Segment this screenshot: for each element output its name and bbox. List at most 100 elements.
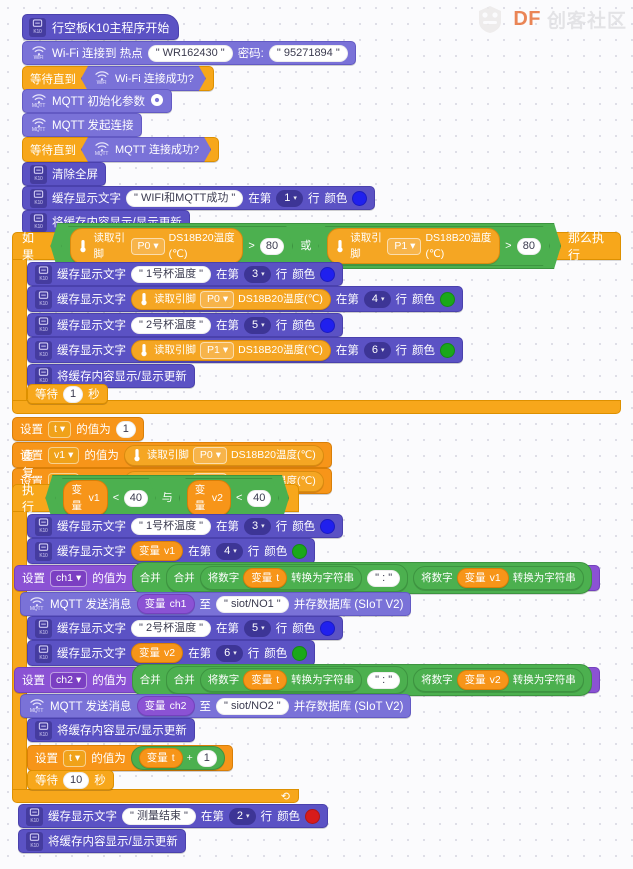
- reporter-variable-t[interactable]: 变量 t: [138, 748, 183, 768]
- buffer-text-value[interactable]: " WIFI和MQTT成功 ": [126, 189, 244, 207]
- block-loop-buffer-v1[interactable]: K10 缓存显示文字 变量 v1 在第 4 ▾ 行 颜色: [27, 538, 316, 564]
- block-mqtt-init[interactable]: MQTT MQTT 初始化参数: [22, 89, 173, 113]
- line-number-dropdown[interactable]: 1 ▾: [276, 189, 303, 207]
- reporter-ds18b20-p0[interactable]: 读取引脚 P0 ▾ DS18B20温度(℃): [131, 288, 331, 310]
- reporter-variable-v2[interactable]: 变量 v2: [131, 643, 184, 663]
- block-set-ch2[interactable]: 设置 ch2 ▾ 的值为 合并 合并 将数字 变量 t 转换为字符串 " : " …: [14, 664, 600, 696]
- block-buffer-text-cup2-title[interactable]: K10 缓存显示文字 " 2号杯温度 " 在第 5 ▾ 行 颜色: [27, 313, 344, 337]
- line-number-dropdown[interactable]: 5 ▾: [244, 316, 271, 334]
- reporter-variable-ch2[interactable]: 变量 ch2: [136, 696, 195, 716]
- block-loop-buffer-v2[interactable]: K10 缓存显示文字 变量 v2 在第 6 ▾ 行 颜色: [27, 640, 316, 666]
- variable-dropdown-t[interactable]: t ▾: [63, 749, 87, 767]
- wifi-ssid-field[interactable]: " WR162430 ": [147, 44, 233, 62]
- block-loop-buffer-cup1-title[interactable]: K10 缓存显示文字 " 1号杯温度 " 在第 3 ▾ 行 颜色: [27, 514, 344, 538]
- block-wait-until-mqtt[interactable]: 等待直到 MQTT MQTT 连接成功?: [22, 137, 220, 162]
- block-buffer-text-p0-value[interactable]: K10 缓存显示文字 读取引脚 P0 ▾ DS18B20温度(℃) 在第 4 ▾ 行…: [27, 286, 463, 312]
- reporter-variable-v1[interactable]: 变量 v1: [131, 541, 184, 561]
- block-wait-10-sec[interactable]: 等待 10 秒: [27, 770, 114, 790]
- reporter-variable-t[interactable]: 变量 t: [243, 670, 288, 690]
- operator-join-inner-ch1[interactable]: 合并 将数字 变量 t 转换为字符串 " : ": [165, 564, 409, 592]
- reporter-variable-ch1[interactable]: 变量 ch1: [136, 594, 195, 614]
- line-number-dropdown[interactable]: 6 ▾: [363, 341, 391, 359]
- operator-join-inner-ch2[interactable]: 合并 将数字 变量 t 转换为字符串 " : ": [165, 666, 409, 694]
- pin-dropdown-p1[interactable]: P1▾: [200, 341, 235, 359]
- line-number-dropdown[interactable]: 2 ▾: [228, 807, 256, 825]
- buffer-text-value[interactable]: " 1号杯温度 ": [131, 517, 212, 535]
- variable-dropdown-ch2[interactable]: ch2 ▾: [50, 671, 88, 689]
- block-hat-start[interactable]: K10 行空板K10主程序开始: [22, 14, 180, 40]
- block-wait-until-wifi[interactable]: 等待直到 WIFI Wi-Fi 连接成功?: [22, 66, 214, 91]
- buffer-text-value[interactable]: " 2号杯温度 ": [131, 316, 212, 334]
- gear-icon[interactable]: [150, 93, 164, 110]
- predicate-mqtt-connected[interactable]: MQTT MQTT 连接成功?: [81, 137, 211, 162]
- color-swatch-green[interactable]: [292, 645, 308, 661]
- line-number-dropdown[interactable]: 6 ▾: [216, 644, 243, 662]
- operator-join-outer-ch1[interactable]: 合并 合并 将数字 变量 t 转换为字符串 " : " 将数字 变量 v1 转换…: [131, 562, 592, 594]
- block-mqtt-connect[interactable]: MQTT MQTT 发起连接: [22, 113, 142, 137]
- reporter-ds18b20-p0[interactable]: 读取引脚 P0 ▾ DS18B20温度(℃): [123, 444, 324, 466]
- block-clear-screen[interactable]: K10 清除全屏: [22, 162, 106, 186]
- block-if-top[interactable]: 如果 读取引脚 P0 ▾ DS18B20温度(℃) > 80 或 读取引脚 P1…: [12, 232, 621, 260]
- reporter-variable-v1[interactable]: 变量 v1: [63, 480, 107, 516]
- predicate-wifi-connected[interactable]: WIFI Wi-Fi 连接成功?: [81, 66, 206, 91]
- pin-dropdown-p0[interactable]: P0 ▾: [192, 446, 227, 464]
- variable-dropdown-ch1[interactable]: ch1 ▾: [50, 569, 88, 587]
- block-loop-buffer-cup2-title[interactable]: K10 缓存显示文字 " 2号杯温度 " 在第 5 ▾ 行 颜色: [27, 616, 344, 640]
- variable-dropdown-t[interactable]: t ▾: [48, 420, 72, 438]
- separator-field-ch2[interactable]: " : ": [367, 671, 401, 689]
- block-canvas[interactable]: K10 行空板K10主程序开始 WIFI Wi-Fi 连接到 热点 " WR16…: [0, 0, 633, 869]
- block-buffer-text-p1-value[interactable]: K10 缓存显示文字 读取引脚 P1 ▾ DS18B20温度(℃) 在第 6 ▾ 行…: [27, 337, 463, 363]
- operator-num-to-string-v1[interactable]: 将数字 变量 v1 转换为字符串: [413, 566, 584, 590]
- pin-dropdown-p0[interactable]: P0 ▾: [131, 238, 165, 255]
- threshold-field-p1[interactable]: 80: [517, 238, 541, 255]
- reporter-ds18b20-p1[interactable]: 读取引脚 P1▾ DS18B20温度(℃): [327, 228, 500, 264]
- comparison-p1-gt-80[interactable]: 读取引脚 P1 ▾ DS18B20温度(℃) > 80: [318, 226, 550, 266]
- block-set-t-to-1[interactable]: 设置 t ▾ 的值为 1: [12, 417, 144, 441]
- color-swatch-blue[interactable]: [320, 266, 336, 282]
- operator-addition[interactable]: 变量 t + 1: [130, 746, 225, 770]
- mqtt-topic-field-1[interactable]: " siot/NO1 ": [216, 595, 289, 613]
- color-swatch-green[interactable]: [440, 291, 455, 307]
- color-swatch-blue[interactable]: [352, 190, 368, 206]
- block-set-v1[interactable]: 设置 v1 ▾ 的值为 读取引脚 P0 ▾ DS18B20温度(℃): [12, 442, 332, 468]
- separator-field-ch1[interactable]: " : ": [367, 569, 401, 587]
- block-mqtt-send-ch1[interactable]: MQTT MQTT 发送消息 变量 ch1 至 " siot/NO1 " 并存数…: [20, 592, 412, 616]
- reporter-variable-v2[interactable]: 变量 v2: [187, 480, 231, 516]
- block-set-ch1[interactable]: 设置 ch1 ▾ 的值为 合并 合并 将数字 变量 t 转换为字符串 " : " …: [14, 562, 600, 594]
- block-increment-t[interactable]: 设置 t ▾ 的值为 变量 t + 1: [27, 745, 233, 771]
- wait-seconds-field[interactable]: 1: [63, 385, 84, 403]
- color-swatch-green[interactable]: [440, 342, 455, 358]
- block-wifi-connect[interactable]: WIFI Wi-Fi 连接到 热点 " WR162430 " 密码: " 952…: [22, 41, 356, 65]
- block-flush-display-3[interactable]: K10 将缓存内容显示/显示更新: [27, 718, 195, 742]
- operator-num-to-string-t[interactable]: 将数字 变量 t 转换为字符串: [199, 566, 363, 590]
- reporter-variable-t[interactable]: 变量 t: [243, 568, 288, 588]
- block-flush-display-4[interactable]: K10 将缓存内容显示/显示更新: [18, 829, 186, 853]
- line-number-dropdown[interactable]: 5 ▾: [244, 619, 271, 637]
- line-number-dropdown[interactable]: 4 ▾: [216, 542, 243, 560]
- variable-dropdown-v1[interactable]: v1 ▾: [48, 446, 80, 464]
- buffer-text-value[interactable]: " 1号杯温度 ": [131, 265, 212, 283]
- block-buffer-text-cup1-title[interactable]: K10 缓存显示文字 " 1号杯温度 " 在第 3 ▾ 行 颜色: [27, 262, 344, 286]
- buffer-text-value[interactable]: " 2号杯温度 ": [131, 619, 212, 637]
- threshold-field-v1[interactable]: 40: [124, 490, 148, 507]
- color-swatch-green[interactable]: [292, 543, 308, 559]
- comparison-v1-lt-40[interactable]: 变量 v1 < 40: [55, 478, 155, 518]
- block-repeat-until-top[interactable]: 重复执行直到 变量 v1 < 40 与 变量 v2 < 40: [12, 449, 299, 548]
- operator-num-to-string-t[interactable]: 将数字 变量 t 转换为字符串: [199, 668, 363, 692]
- color-swatch-blue[interactable]: [320, 518, 336, 534]
- reporter-ds18b20-p0[interactable]: 读取引脚 P0 ▾ DS18B20温度(℃): [70, 228, 243, 264]
- color-swatch-blue[interactable]: [320, 317, 336, 333]
- set-value-field[interactable]: 1: [115, 420, 136, 438]
- color-swatch-red[interactable]: [305, 808, 321, 824]
- line-number-dropdown[interactable]: 3 ▾: [244, 517, 271, 535]
- threshold-field-p0[interactable]: 80: [260, 238, 284, 255]
- block-buffer-text-done[interactable]: K10 缓存显示文字 " 测量结束 " 在第 2 ▾ 行 颜色: [18, 804, 329, 828]
- threshold-field-v2[interactable]: 40: [247, 490, 271, 507]
- color-swatch-blue[interactable]: [320, 620, 336, 636]
- wifi-password-field[interactable]: " 95271894 ": [268, 44, 348, 62]
- mqtt-topic-field-2[interactable]: " siot/NO2 ": [216, 697, 289, 715]
- buffer-text-value[interactable]: " 测量结束 ": [122, 807, 196, 825]
- comparison-v2-lt-40[interactable]: 变量 v2 < 40: [179, 478, 279, 518]
- wait-seconds-field[interactable]: 10: [63, 771, 90, 789]
- operator-join-outer-ch2[interactable]: 合并 合并 将数字 变量 t 转换为字符串 " : " 将数字 变量 v2 转换…: [131, 664, 592, 696]
